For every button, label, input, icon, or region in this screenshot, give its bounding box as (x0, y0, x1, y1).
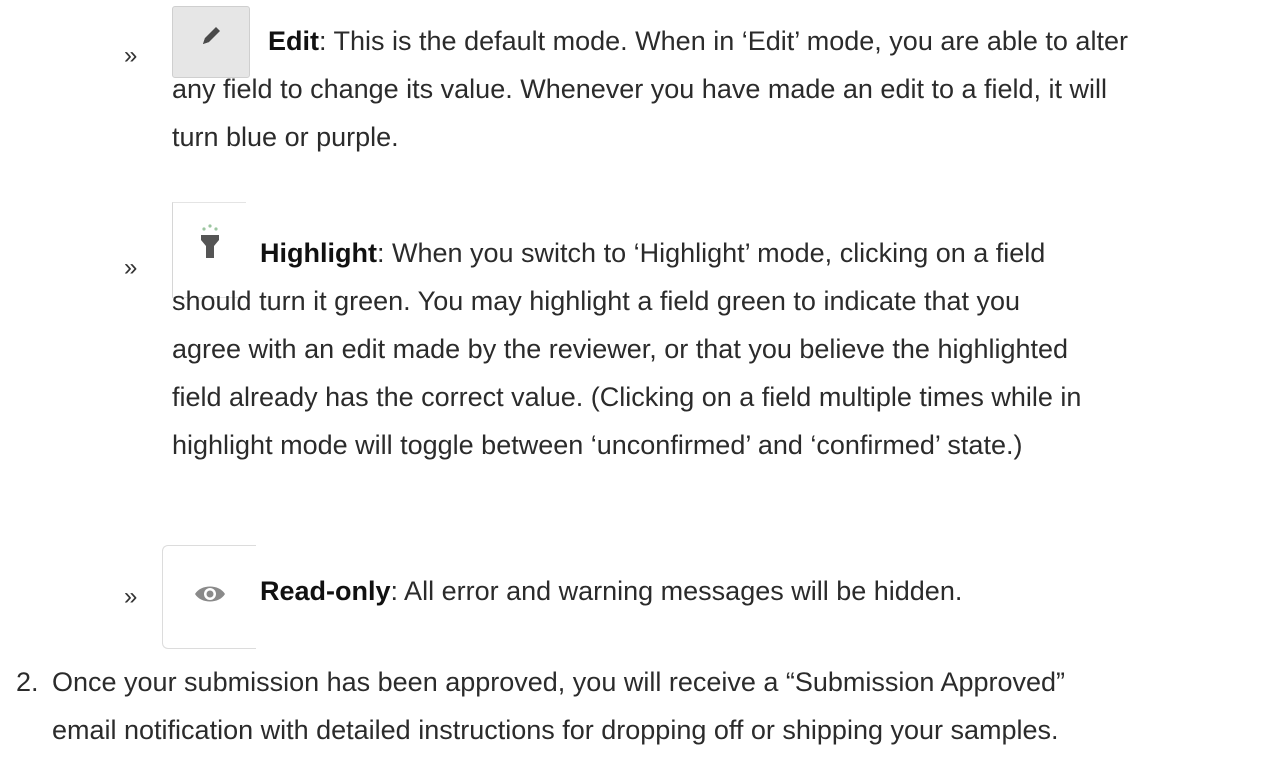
bullet-marker: » (124, 42, 138, 69)
edit-description-line: any field to change its value. Whenever … (172, 74, 1108, 104)
edit-description-start: This is the default mode. When in ‘Edit’… (326, 26, 1128, 56)
read-only-description: All error and warning messages will be h… (398, 576, 963, 606)
edit-first-line: Edit: This is the default mode. When in … (268, 26, 1128, 56)
step-number: 2. (16, 667, 39, 697)
mode-name-read-only: Read-only (260, 576, 391, 606)
bullet-marker: » (124, 254, 138, 281)
highlight-first-line: Highlight: When you switch to ‘Highlight… (260, 238, 1046, 268)
mode-name-highlight: Highlight (260, 238, 377, 268)
read-only-first-line: Read-only: All error and warning message… (260, 576, 963, 606)
edit-description-line: turn blue or purple. (172, 122, 399, 152)
bullet-marker: » (124, 583, 138, 610)
highlight-description-start: When you switch to ‘Highlight’ mode, cli… (384, 238, 1046, 268)
highlight-description-line: agree with an edit made by the reviewer,… (172, 334, 1069, 364)
highlight-description-line: highlight mode will toggle between ‘unco… (172, 430, 1023, 460)
mode-name-edit: Edit (268, 26, 319, 56)
step-2-line: Once your submission has been approved, … (52, 667, 1066, 697)
highlight-description-line: field already has the correct value. (Cl… (172, 382, 1082, 412)
step-2-line: email notification with detailed instruc… (52, 715, 1059, 745)
highlight-description-line: should turn it green. You may highlight … (172, 286, 1021, 316)
